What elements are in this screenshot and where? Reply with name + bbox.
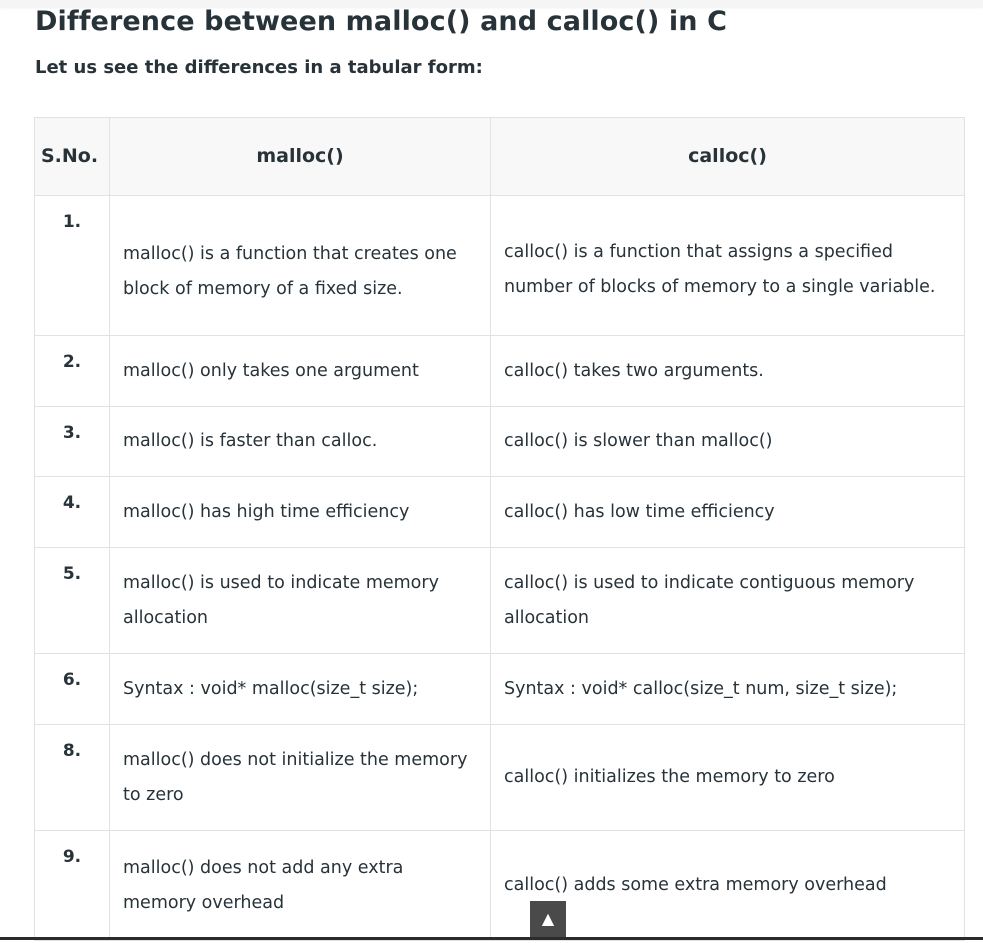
row-number: 6. xyxy=(34,653,110,725)
row-number: 5. xyxy=(34,547,110,654)
row-number: 4. xyxy=(34,476,110,548)
table-row: 2. malloc() only takes one argument call… xyxy=(34,335,965,407)
arrow-up-icon: ▲ xyxy=(541,909,555,928)
calloc-cell: calloc() is used to indicate contiguous … xyxy=(490,547,965,654)
malloc-cell: malloc() is a function that creates one … xyxy=(109,195,491,336)
scroll-to-top-button[interactable]: ▲ xyxy=(530,901,566,937)
table-row: 1. malloc() is a function that creates o… xyxy=(34,195,965,336)
malloc-cell: malloc() does not add any extra memory o… xyxy=(109,830,491,941)
table-row: 5. malloc() is used to indicate memory a… xyxy=(34,547,965,654)
row-number: 9. xyxy=(34,830,110,941)
malloc-cell: malloc() is used to indicate memory allo… xyxy=(109,547,491,654)
calloc-cell: calloc() is a function that assigns a sp… xyxy=(490,195,965,336)
bottom-divider xyxy=(0,937,983,940)
malloc-cell: malloc() does not initialize the memory … xyxy=(109,724,491,831)
table-row: 3. malloc() is faster than calloc. callo… xyxy=(34,406,965,477)
malloc-cell: malloc() is faster than calloc. xyxy=(109,406,491,477)
header-calloc: calloc() xyxy=(490,117,965,196)
malloc-cell: malloc() only takes one argument xyxy=(109,335,491,407)
row-number: 3. xyxy=(34,406,110,477)
article-page: Difference between malloc() and calloc()… xyxy=(0,0,983,943)
row-number: 8. xyxy=(34,724,110,831)
row-number: 2. xyxy=(34,335,110,407)
calloc-cell: calloc() initializes the memory to zero xyxy=(490,724,965,831)
article-intro: Let us see the differences in a tabular … xyxy=(35,57,483,78)
table-row: 6. Syntax : void* malloc(size_t size); S… xyxy=(34,653,965,725)
header-malloc: malloc() xyxy=(109,117,491,196)
calloc-cell: Syntax : void* calloc(size_t num, size_t… xyxy=(490,653,965,725)
malloc-cell: Syntax : void* malloc(size_t size); xyxy=(109,653,491,725)
calloc-cell: calloc() takes two arguments. xyxy=(490,335,965,407)
table-row: 4. malloc() has high time efficiency cal… xyxy=(34,476,965,548)
comparison-table: S.No. malloc() calloc() 1. malloc() is a… xyxy=(34,117,965,941)
table-row: 8. malloc() does not initialize the memo… xyxy=(34,724,965,831)
article-title: Difference between malloc() and calloc()… xyxy=(35,6,727,37)
table-header-row: S.No. malloc() calloc() xyxy=(34,117,965,196)
row-number: 1. xyxy=(34,195,110,336)
header-sno: S.No. xyxy=(34,117,110,196)
calloc-cell: calloc() is slower than malloc() xyxy=(490,406,965,477)
table-row: 9. malloc() does not add any extra memor… xyxy=(34,830,965,941)
calloc-cell: calloc() has low time efficiency xyxy=(490,476,965,548)
malloc-cell: malloc() has high time efficiency xyxy=(109,476,491,548)
